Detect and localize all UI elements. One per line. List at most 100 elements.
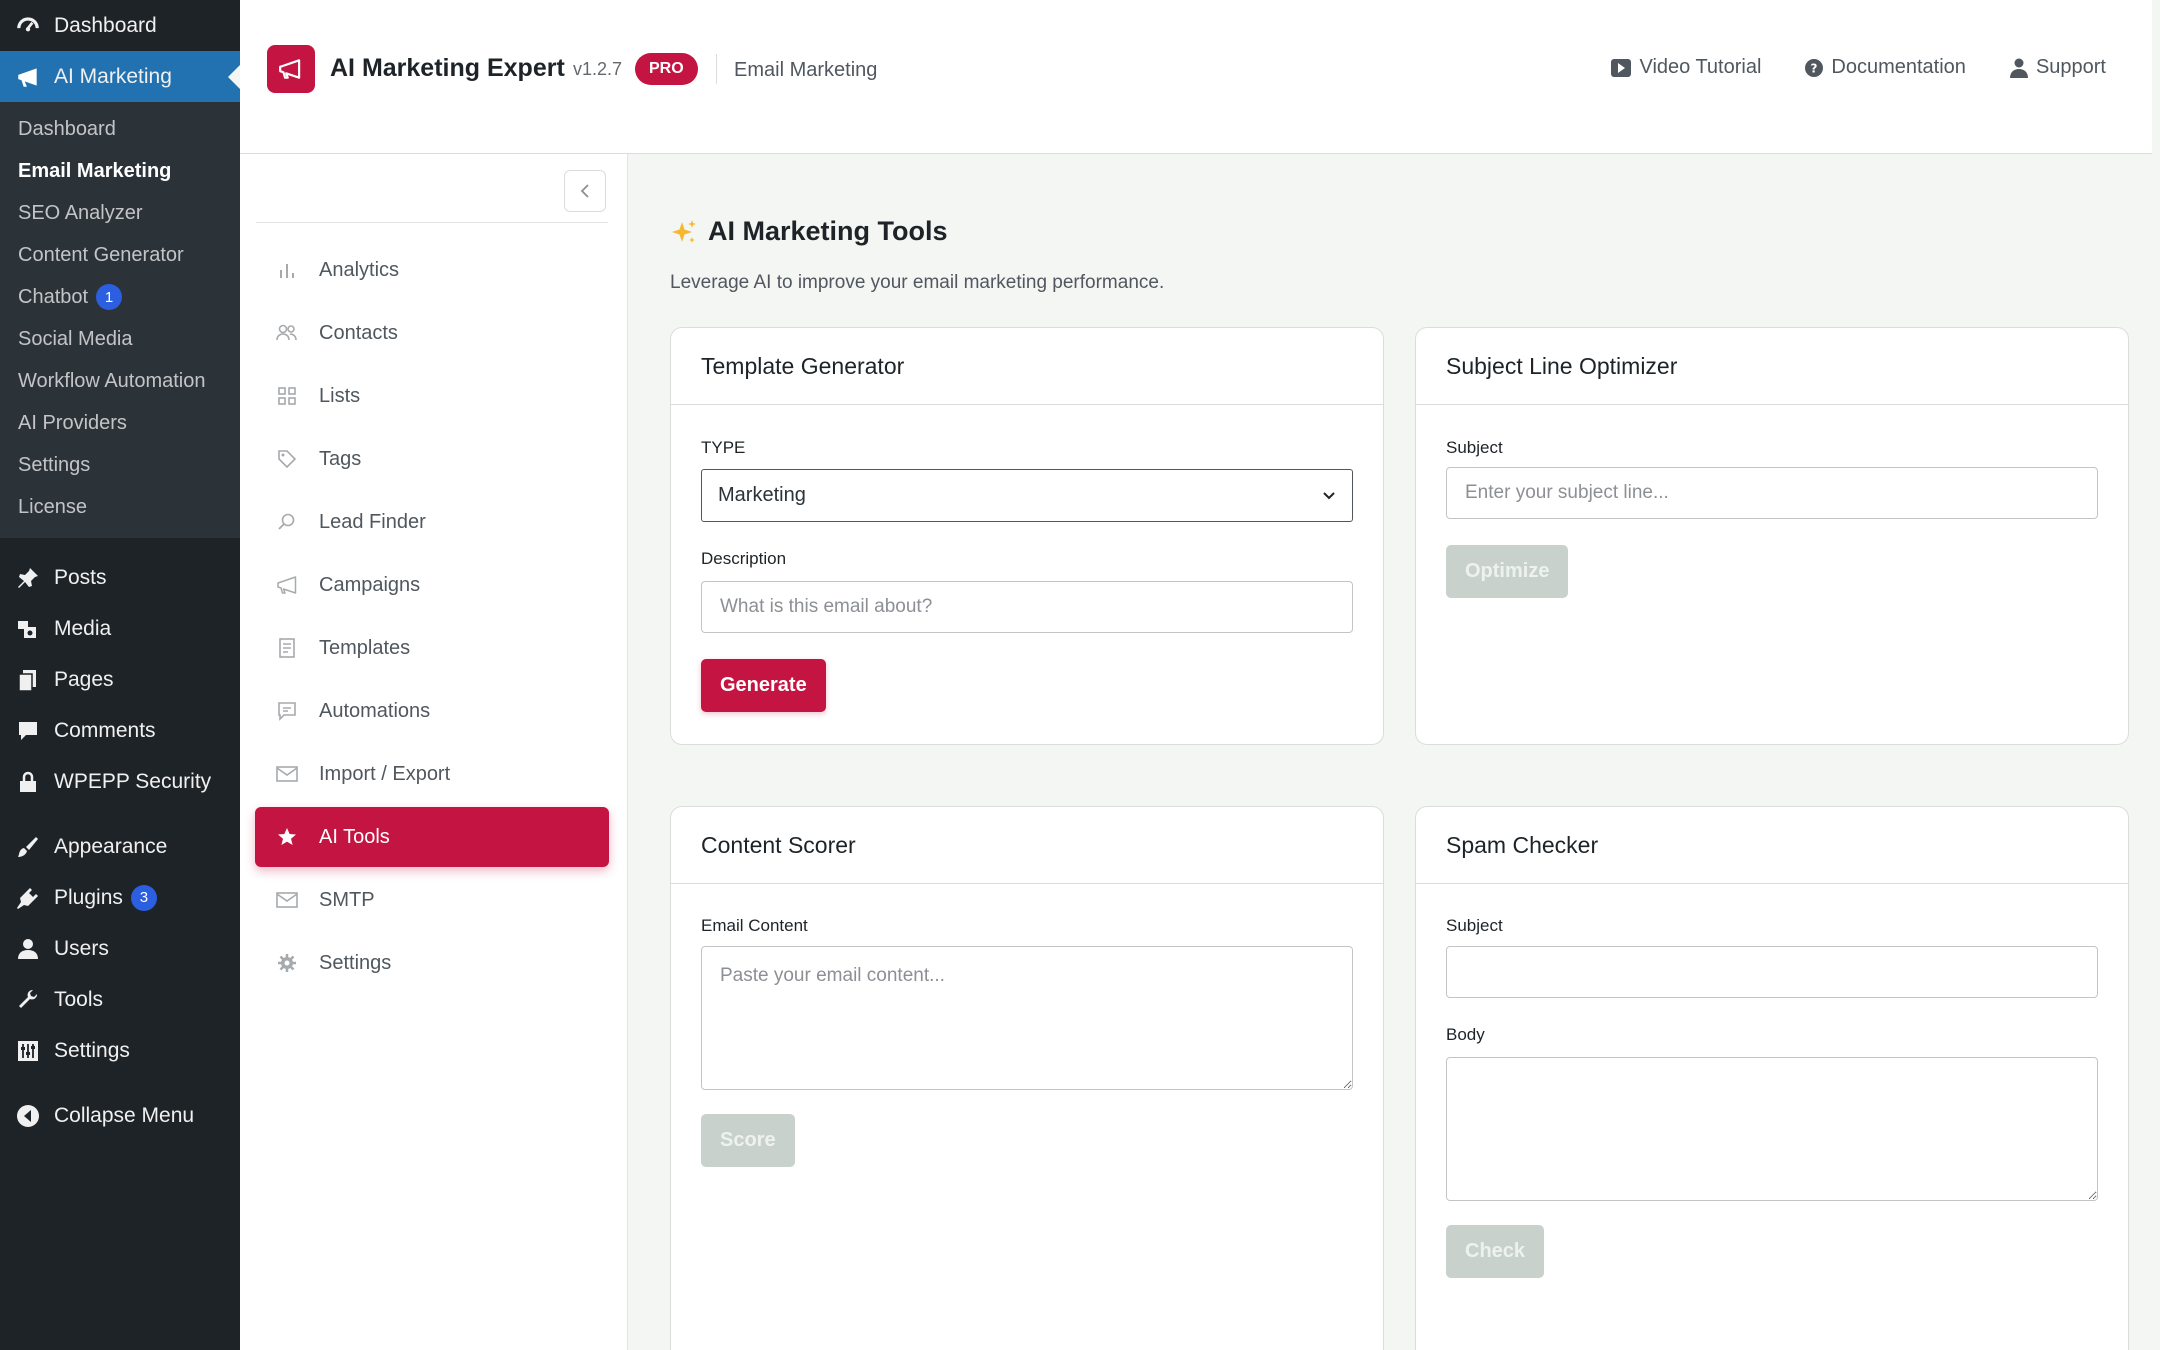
support-link[interactable]: Support <box>2009 56 2106 79</box>
page-title-text: AI Marketing Tools <box>708 216 948 246</box>
wp-menu-pages[interactable]: Pages <box>0 654 240 705</box>
search-icon <box>275 510 299 534</box>
pro-badge: PRO <box>635 53 698 85</box>
wp-submenu-label: Email Marketing <box>18 159 172 182</box>
nav-item-tags[interactable]: Tags <box>255 429 609 489</box>
main-content: AI Marketing Tools Leverage AI to improv… <box>628 154 2152 1350</box>
nav-divider <box>256 222 608 223</box>
megaphone-icon <box>275 573 299 597</box>
nav-item-label: Lists <box>319 384 361 407</box>
card-title: Subject Line Optimizer <box>1416 328 2128 405</box>
pages-icon <box>14 666 42 694</box>
lock-icon <box>14 768 42 796</box>
wp-menu-settings[interactable]: Settings <box>0 1025 240 1076</box>
email-content-textarea[interactable] <box>701 946 1353 1090</box>
nav-item-analytics[interactable]: Analytics <box>255 240 609 300</box>
wp-submenu-email-marketing[interactable]: Email Marketing <box>0 150 240 192</box>
type-label: TYPE <box>701 438 746 457</box>
wp-admin-sidebar: Dashboard AI Marketing Dashboard Email M… <box>0 0 240 1350</box>
wp-submenu-social-media[interactable]: Social Media <box>0 318 240 360</box>
collapse-arrow-icon <box>14 1102 42 1130</box>
wp-menu-media[interactable]: Media <box>0 603 240 654</box>
spam-subject-input[interactable] <box>1446 946 2098 998</box>
document-icon <box>275 636 299 660</box>
dashboard-icon <box>14 12 42 40</box>
wp-menu-comments[interactable]: Comments <box>0 705 240 756</box>
wp-menu-users[interactable]: Users <box>0 923 240 974</box>
nav-item-automations[interactable]: Automations <box>255 681 609 741</box>
chevron-left-icon <box>580 184 589 198</box>
nav-item-smtp[interactable]: SMTP <box>255 870 609 930</box>
nav-item-import-export[interactable]: Import / Export <box>255 744 609 804</box>
wp-menu-tools-label: Tools <box>54 987 104 1011</box>
nav-item-label: Tags <box>319 447 362 470</box>
support-person-icon <box>2009 58 2028 78</box>
pin-icon <box>14 564 42 592</box>
wp-menu-security[interactable]: WPEPP Security <box>0 756 240 807</box>
bar-chart-icon <box>275 258 299 282</box>
wp-submenu-settings[interactable]: Settings <box>0 444 240 486</box>
grid-icon <box>275 384 299 408</box>
comment-icon <box>14 717 42 745</box>
nav-item-lists[interactable]: Lists <box>255 366 609 426</box>
wp-menu-media-label: Media <box>54 616 112 640</box>
type-select[interactable]: Marketing <box>701 469 1353 522</box>
sparkles-icon <box>672 219 696 243</box>
video-tutorial-label: Video Tutorial <box>1639 56 1762 78</box>
gear-icon <box>275 951 299 975</box>
wp-menu-plugins[interactable]: Plugins 3 <box>0 872 240 923</box>
header-links: Video Tutorial ? Documentation Support <box>1611 56 2106 79</box>
documentation-link[interactable]: ? Documentation <box>1805 56 1966 79</box>
description-label: Description <box>701 549 787 568</box>
card-title: Content Scorer <box>671 807 1383 884</box>
nav-item-campaigns[interactable]: Campaigns <box>255 555 609 615</box>
wp-menu-dashboard[interactable]: Dashboard <box>0 0 240 51</box>
subject-input[interactable] <box>1446 467 2098 519</box>
nav-item-label: Settings <box>319 951 392 974</box>
nav-item-label: Campaigns <box>319 573 421 596</box>
wp-submenu-chatbot[interactable]: Chatbot 1 <box>0 276 240 318</box>
wrench-icon <box>14 986 42 1014</box>
check-button[interactable]: Check <box>1446 1225 1545 1278</box>
spam-body-label: Body <box>1446 1025 1485 1044</box>
subject-optimizer-card: Subject Line Optimizer Subject Optimize <box>1415 327 2129 745</box>
spam-body-textarea[interactable] <box>1446 1057 2098 1201</box>
wp-menu-security-label: WPEPP Security <box>54 769 212 793</box>
score-button[interactable]: Score <box>701 1114 795 1167</box>
collapse-nav-button[interactable] <box>564 170 606 212</box>
generate-button[interactable]: Generate <box>701 659 826 712</box>
user-icon <box>14 935 42 963</box>
nav-item-ai-tools[interactable]: AI Tools <box>255 807 609 867</box>
nav-item-templates[interactable]: Templates <box>255 618 609 678</box>
nav-item-lead-finder[interactable]: Lead Finder <box>255 492 609 552</box>
plugins-update-badge: 3 <box>130 884 157 911</box>
wp-menu-pages-label: Pages <box>54 667 114 691</box>
wp-menu-users-label: Users <box>54 936 109 960</box>
wp-menu-tools[interactable]: Tools <box>0 974 240 1025</box>
wp-submenu-seo-analyzer[interactable]: SEO Analyzer <box>0 192 240 234</box>
card-title: Template Generator <box>671 328 1383 405</box>
wp-submenu-workflow-automation[interactable]: Workflow Automation <box>0 360 240 402</box>
wp-menu-ai-marketing[interactable]: AI Marketing <box>0 51 240 102</box>
wp-submenu-label: Workflow Automation <box>18 369 206 392</box>
app-title: AI Marketing Expert <box>330 54 565 82</box>
wp-menu-appearance[interactable]: Appearance <box>0 821 240 872</box>
wp-submenu-license[interactable]: License <box>0 486 240 528</box>
chatbot-count-badge: 1 <box>96 284 123 310</box>
megaphone-icon <box>14 63 42 91</box>
wp-submenu-content-generator[interactable]: Content Generator <box>0 234 240 276</box>
documentation-label: Documentation <box>1831 56 1966 78</box>
optimize-button[interactable]: Optimize <box>1446 545 1569 598</box>
description-input[interactable] <box>701 581 1353 633</box>
nav-item-settings[interactable]: Settings <box>255 933 609 993</box>
wp-submenu-label: SEO Analyzer <box>18 201 143 224</box>
nav-item-contacts[interactable]: Contacts <box>255 303 609 363</box>
wp-collapse-menu[interactable]: Collapse Menu <box>0 1090 240 1141</box>
settings-sliders-icon <box>14 1037 42 1065</box>
wp-submenu-ai-providers[interactable]: AI Providers <box>0 402 240 444</box>
video-tutorial-link[interactable]: Video Tutorial <box>1611 56 1761 79</box>
wp-menu-posts[interactable]: Posts <box>0 552 240 603</box>
wp-submenu-label: License <box>18 495 87 518</box>
nav-item-label: Analytics <box>319 258 400 281</box>
wp-submenu-dashboard[interactable]: Dashboard <box>0 108 240 150</box>
